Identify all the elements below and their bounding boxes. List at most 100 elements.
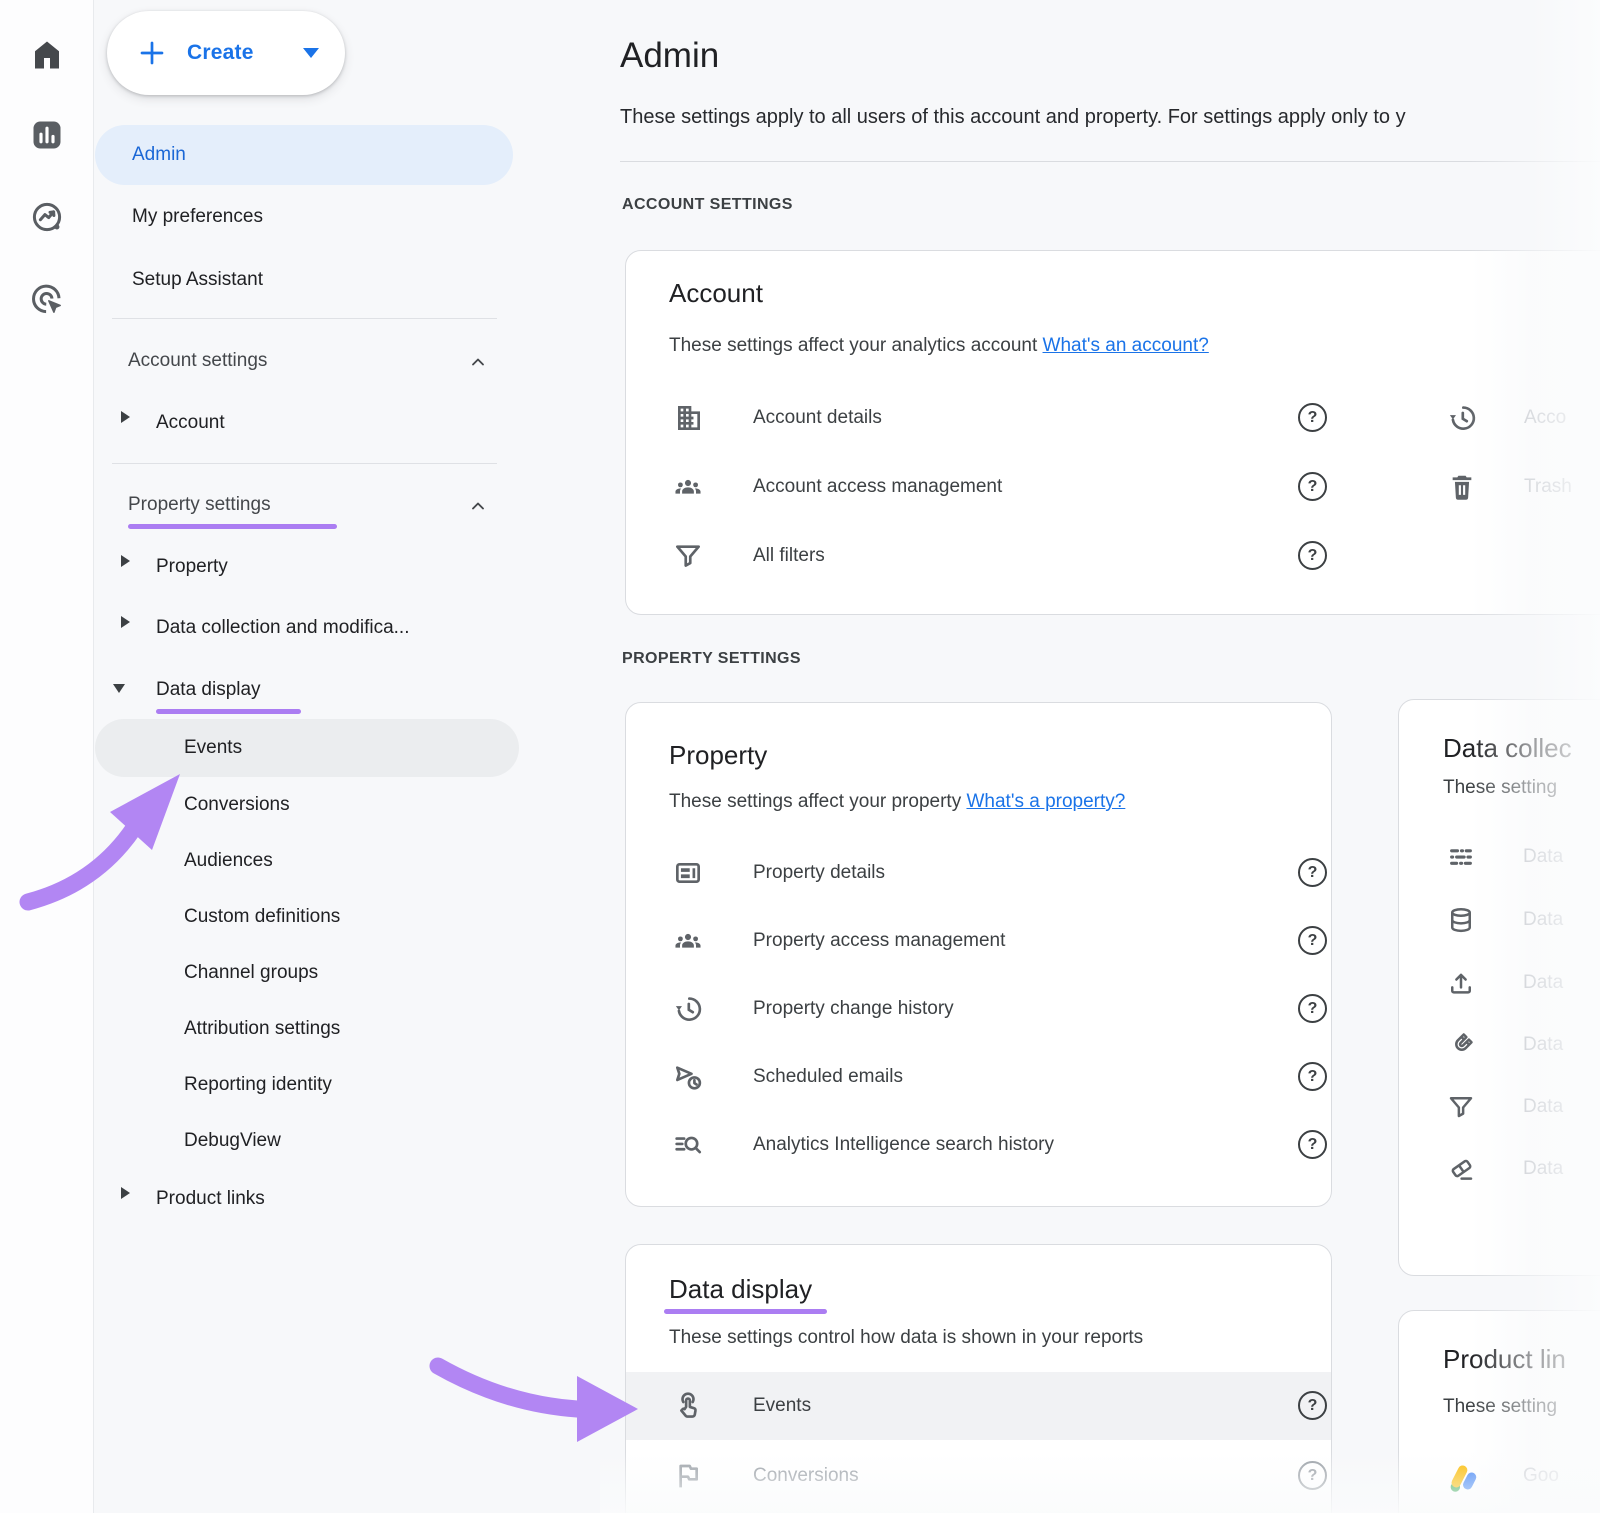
sidebar-section-property-settings[interactable]: Property settings (128, 485, 271, 525)
help-icon[interactable]: ? (1298, 1130, 1327, 1159)
help-icon[interactable]: ? (1298, 472, 1327, 501)
row-label: Data (1523, 1034, 1563, 1056)
help-icon[interactable]: ? (1298, 403, 1327, 432)
trash-can-link[interactable]: Trash (1446, 453, 1600, 521)
analytics-intelligence-history-row[interactable]: Analytics Intelligence search history ? (626, 1111, 1331, 1179)
history-icon (672, 993, 704, 1025)
flag-icon (672, 1460, 704, 1492)
data-magnet-row[interactable]: Data (1399, 1017, 1600, 1073)
page-title: Admin (620, 36, 719, 76)
expand-arrow-icon[interactable] (121, 1187, 130, 1199)
search-history-icon (672, 1129, 704, 1161)
sidebar-item-debugview[interactable]: DebugView (184, 1121, 281, 1161)
row-label: Account details (753, 407, 882, 429)
google-ads-link-row[interactable]: Goo (1399, 1448, 1600, 1504)
data-redaction-row[interactable]: Data (1399, 1141, 1600, 1197)
sidebar-item-label: Property (156, 556, 228, 578)
row-label: Events (753, 1395, 811, 1417)
sidebar-item-data-collection[interactable]: Data collection and modifica... (156, 608, 409, 648)
account-change-history-link[interactable]: Acco (1446, 384, 1600, 452)
property-access-row[interactable]: Property access management ? (626, 907, 1331, 975)
conversions-row[interactable]: Conversions ? (626, 1442, 1331, 1510)
people-group-icon (672, 471, 704, 503)
home-icon[interactable] (29, 37, 65, 73)
sidebar-item-label: Account (156, 412, 225, 434)
chevron-up-icon[interactable] (468, 352, 488, 372)
account-details-row[interactable]: Account details ? (626, 384, 1336, 452)
data-streams-row[interactable]: Data (1399, 829, 1600, 885)
chevron-up-icon[interactable] (468, 496, 488, 516)
events-row[interactable]: Events ? (626, 1372, 1331, 1440)
sidebar-item-label: Product links (156, 1188, 265, 1210)
people-group-icon (672, 925, 704, 957)
property-change-history-row[interactable]: Property change history ? (626, 975, 1331, 1043)
purple-underline-annotation (156, 709, 301, 714)
purple-underline-annotation (664, 1309, 827, 1314)
help-icon[interactable]: ? (1298, 994, 1327, 1023)
row-label: Data (1523, 1096, 1563, 1118)
row-label: Data (1523, 909, 1563, 931)
whats-an-account-link[interactable]: What's an account? (1043, 335, 1209, 356)
help-icon[interactable]: ? (1298, 1391, 1327, 1420)
history-icon (1446, 402, 1478, 434)
advertising-icon[interactable] (29, 281, 65, 317)
row-label: Data (1523, 1158, 1563, 1180)
divider (112, 463, 497, 464)
chevron-down-icon (303, 48, 319, 58)
sidebar-item-setup-assistant[interactable]: Setup Assistant (132, 260, 263, 300)
google-ads-icon (1446, 1461, 1480, 1495)
card-description: These setting (1443, 777, 1557, 799)
account-access-row[interactable]: Account access management ? (626, 453, 1336, 521)
expand-arrow-icon[interactable] (121, 555, 130, 567)
sidebar-section-account-settings[interactable]: Account settings (128, 341, 267, 381)
data-collection-row[interactable]: Data (1399, 892, 1600, 948)
explore-icon[interactable] (29, 199, 65, 235)
sidebar-item-product-links[interactable]: Product links (156, 1179, 265, 1219)
expand-arrow-icon[interactable] (121, 411, 130, 423)
sidebar-item-label: Events (184, 737, 242, 759)
sidebar-item-custom-definitions[interactable]: Custom definitions (184, 897, 340, 937)
help-icon[interactable]: ? (1298, 858, 1327, 887)
sidebar-item-conversions[interactable]: Conversions (184, 785, 290, 825)
sidebar-item-data-display[interactable]: Data display (156, 670, 261, 710)
purple-underline-annotation (128, 524, 337, 529)
help-icon[interactable]: ? (1298, 1062, 1327, 1091)
create-button[interactable]: Create (107, 11, 345, 95)
sidebar-item-label: Channel groups (184, 962, 318, 984)
sidebar-item-events[interactable]: Events (95, 719, 519, 777)
property-details-row[interactable]: Property details ? (626, 839, 1331, 907)
property-settings-section-label: PROPERTY SETTINGS (622, 650, 801, 668)
page-description: These settings apply to all users of thi… (620, 106, 1406, 129)
account-card: Account These settings affect your analy… (625, 250, 1600, 615)
bar-chart-icon[interactable] (29, 117, 65, 153)
help-icon[interactable]: ? (1298, 541, 1327, 570)
scheduled-emails-row[interactable]: Scheduled emails ? (626, 1043, 1331, 1111)
data-import-row[interactable]: Data (1399, 955, 1600, 1011)
help-icon[interactable]: ? (1298, 926, 1327, 955)
sidebar-item-attribution-settings[interactable]: Attribution settings (184, 1009, 340, 1049)
expand-arrow-icon[interactable] (121, 616, 130, 628)
database-icon (1446, 905, 1476, 935)
sidebar-item-account[interactable]: Account (156, 403, 225, 443)
row-label: Account access management (753, 476, 1002, 498)
all-filters-row[interactable]: All filters ? (626, 522, 1336, 590)
collapse-arrow-icon[interactable] (113, 684, 125, 693)
sidebar-item-label: My preferences (132, 206, 263, 228)
card-title: Data collec (1443, 733, 1572, 764)
help-icon[interactable]: ? (1298, 1461, 1327, 1490)
side-link-label: Trash (1524, 476, 1572, 498)
data-filters-row[interactable]: Data (1399, 1079, 1600, 1135)
sidebar-item-admin[interactable]: Admin (95, 125, 513, 185)
sidebar-item-channel-groups[interactable]: Channel groups (184, 953, 318, 993)
card-description-text: These setting (1443, 1396, 1557, 1417)
send-clock-icon (672, 1061, 704, 1093)
sidebar-item-audiences[interactable]: Audiences (184, 841, 273, 881)
sidebar-item-label: Setup Assistant (132, 269, 263, 291)
sidebar-item-reporting-identity[interactable]: Reporting identity (184, 1065, 332, 1105)
sidebar-item-my-preferences[interactable]: My preferences (132, 197, 263, 237)
left-nav-rail (0, 0, 94, 1513)
whats-a-property-link[interactable]: What's a property? (966, 791, 1125, 812)
trash-icon (1446, 471, 1478, 503)
sidebar-item-property[interactable]: Property (156, 547, 228, 587)
filter-icon (1446, 1092, 1476, 1122)
